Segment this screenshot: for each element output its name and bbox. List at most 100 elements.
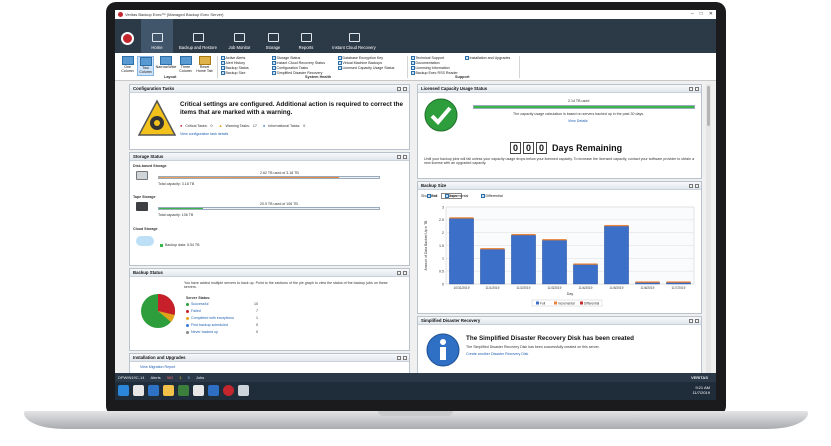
license-used: 2.14 TB used xyxy=(568,99,590,103)
close-button[interactable]: ✕ xyxy=(709,11,713,17)
refresh-icon[interactable] xyxy=(397,355,401,360)
incremental-filter-check[interactable]: Incremental xyxy=(445,194,468,198)
status-label[interactable]: Failed xyxy=(191,309,201,313)
one-column-button[interactable]: One Column xyxy=(119,56,136,76)
configuration-tasks-check[interactable]: Configuration Tasks xyxy=(272,66,308,70)
separator xyxy=(217,56,218,78)
panel-title: Backup Status xyxy=(133,270,163,275)
two-column-button[interactable]: Two Column xyxy=(137,56,154,76)
licensing-information-check[interactable]: Licensing Information xyxy=(411,66,450,70)
refresh-icon[interactable] xyxy=(397,270,401,275)
reset-home-tab-button[interactable]: Reset Home Tab xyxy=(195,56,214,76)
refresh-icon[interactable] xyxy=(397,86,401,91)
backup-exec-icon[interactable] xyxy=(223,385,234,396)
backup-status-check[interactable]: Backup Status xyxy=(221,66,249,70)
sdr-text: The Simplified Disaster Recovery Disk ha… xyxy=(466,345,600,349)
status-label[interactable]: Successful xyxy=(191,302,208,306)
status-row[interactable]: Completed with exceptions 1 xyxy=(186,316,258,320)
create-disaster-recovery-link[interactable]: Create another Disaster Recovery Disk xyxy=(466,352,528,356)
documentation-check[interactable]: Documentation xyxy=(411,61,440,65)
status-row[interactable]: Never backed up 0 xyxy=(186,330,258,334)
status-label[interactable]: First backup scheduled xyxy=(191,323,228,327)
storage-status-check[interactable]: Storage Status xyxy=(272,56,300,60)
virtual-machine-backups-check[interactable]: Virtual Machine Backups xyxy=(338,61,382,65)
minimize-button[interactable]: – xyxy=(691,11,694,17)
explorer-icon[interactable] xyxy=(133,385,144,396)
bar-full xyxy=(511,235,536,285)
installation-upgrades-check[interactable]: Installation and Upgrades xyxy=(465,56,510,60)
alert-history-check[interactable]: Alert History xyxy=(221,61,245,65)
view-migration-report-link[interactable]: View Migration Report xyxy=(140,365,175,369)
instant-cloud-recovery-status-check[interactable]: Instant Cloud Recovery Status xyxy=(272,61,325,65)
close-icon[interactable] xyxy=(403,154,407,159)
tab-reports[interactable]: Reports xyxy=(290,19,322,53)
backup-restore-icon xyxy=(192,33,204,42)
bar-full xyxy=(480,249,505,285)
close-icon[interactable] xyxy=(695,86,699,91)
tab-job-monitor[interactable]: Job Monitor xyxy=(223,19,256,53)
status-row[interactable]: Failed 7 xyxy=(186,309,258,313)
app-logo-icon xyxy=(118,12,123,17)
licensed-capacity-usage-check[interactable]: Licensed Capacity Usage Status xyxy=(338,66,394,70)
close-icon[interactable] xyxy=(403,270,407,275)
refresh-icon[interactable] xyxy=(689,183,693,188)
alerts-label[interactable]: Alerts xyxy=(150,375,160,380)
close-icon[interactable] xyxy=(403,86,407,91)
status-row[interactable]: First backup scheduled 0 xyxy=(186,323,258,327)
legend-swatch xyxy=(554,301,557,305)
app-icon[interactable] xyxy=(208,385,219,396)
close-icon[interactable] xyxy=(695,318,699,323)
refresh-icon[interactable] xyxy=(689,86,693,91)
app-icon[interactable] xyxy=(178,385,189,396)
status-label[interactable]: Completed with exceptions xyxy=(191,316,234,320)
tab-instant-cloud-recovery[interactable]: Instant Cloud Recovery xyxy=(326,19,382,53)
view-details-link[interactable]: View Details xyxy=(568,119,588,123)
server-name[interactable]: DPWIN19C-14 xyxy=(118,375,144,380)
folder-icon[interactable] xyxy=(163,385,174,396)
full-filter-check[interactable]: Full xyxy=(427,194,437,198)
tab-storage[interactable]: Storage xyxy=(260,19,286,53)
app-icon[interactable] xyxy=(238,385,249,396)
taskbar: 9:21 AM 11/7/2019 xyxy=(115,382,716,400)
close-icon[interactable] xyxy=(403,355,407,360)
tab-label: Storage xyxy=(265,45,281,50)
status-count: 0 xyxy=(256,330,258,334)
tab-backup-and-restore[interactable]: Backup and Restore xyxy=(177,19,219,53)
license-note: The capacity usage calculation is based … xyxy=(513,112,645,116)
y-tick-label: 1 xyxy=(442,257,444,261)
chrome-icon[interactable] xyxy=(193,385,204,396)
three-column-button[interactable]: Three Column xyxy=(177,56,194,76)
status-dot-icon xyxy=(186,323,189,327)
tab-home[interactable]: Home xyxy=(141,19,173,53)
status-row[interactable]: Successful 10 xyxy=(186,302,258,306)
refresh-icon[interactable] xyxy=(397,154,401,159)
panel-header: Storage Status xyxy=(130,153,409,161)
differential-filter-check[interactable]: Differential xyxy=(481,194,503,198)
sdr-heading: The Simplified Disaster Recovery Disk ha… xyxy=(466,335,634,342)
window-title: Veritas Backup Exec™ (Managed Backup Exe… xyxy=(125,12,224,17)
clock[interactable]: 9:21 AM 11/7/2019 xyxy=(693,385,711,395)
disk-icon xyxy=(136,171,148,180)
panel-header: Simplified Disaster Recovery xyxy=(418,317,701,325)
scrollbar[interactable] xyxy=(706,84,711,373)
windows-start-icon[interactable] xyxy=(118,385,129,396)
rss-reader-check[interactable]: Backup Exec RSS Reader xyxy=(411,71,458,75)
view-config-details-link[interactable]: View configuration task details xyxy=(180,132,228,136)
three-column-icon xyxy=(179,56,192,65)
active-alerts-check[interactable]: Active Alerts xyxy=(221,56,245,60)
database-encryption-key-check[interactable]: Database Encryption Key xyxy=(338,56,383,60)
x-tick-label: 11/4/2019 xyxy=(579,286,593,290)
close-icon[interactable] xyxy=(695,183,699,188)
jobs-label[interactable]: Jobs xyxy=(196,375,204,380)
app-menu-button[interactable] xyxy=(121,32,134,45)
refresh-icon[interactable] xyxy=(689,318,693,323)
scrollbar-thumb[interactable] xyxy=(707,86,710,126)
narrow-wide-button[interactable]: Narrow/Wide xyxy=(156,56,176,76)
terminal-icon[interactable] xyxy=(148,385,159,396)
backup-size-check[interactable]: Backup Size xyxy=(221,71,245,75)
maximize-button[interactable]: □ xyxy=(700,11,703,17)
technical-support-check[interactable]: Technical Support xyxy=(411,56,444,60)
status-label[interactable]: Never backed up xyxy=(191,330,218,334)
backup-status-pie[interactable] xyxy=(138,291,178,331)
days-remaining-label: Days Remaining xyxy=(552,143,623,153)
